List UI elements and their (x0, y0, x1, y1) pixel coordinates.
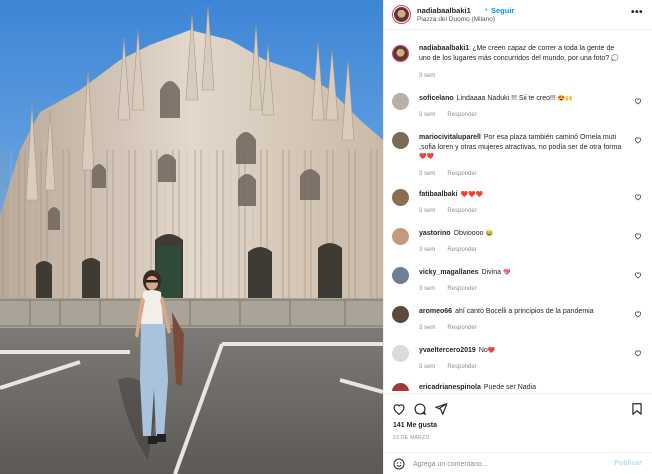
comment-emoji: ❤️❤️❤️ (460, 192, 483, 198)
location-link[interactable]: Piazza del Duomo (Milano) (417, 16, 495, 23)
comment-emoji: 💖 (502, 270, 511, 276)
comment-emoji: ❤️❤️ (419, 154, 434, 160)
reply-button[interactable]: Responder (447, 325, 476, 331)
comment-time: 3 sem (419, 171, 436, 177)
comment-avatar[interactable] (392, 383, 409, 391)
share-icon[interactable] (434, 402, 448, 416)
comment-meta: 3 sem Responder (419, 208, 477, 214)
comment-username[interactable]: vicky_magallanes (419, 269, 479, 276)
author-username[interactable]: nadiabaalbaki1 (417, 6, 471, 15)
comment-input[interactable] (413, 457, 603, 471)
like-comment-heart-icon[interactable] (634, 97, 642, 105)
like-comment-heart-icon[interactable] (634, 349, 642, 357)
like-comment-heart-icon[interactable] (634, 136, 642, 144)
comment-text: yvaeltercero2019 No❤️ (419, 346, 627, 356)
caption-avatar[interactable] (392, 45, 409, 62)
post-actions: 141 Me gusta 23 DE MARZO (384, 393, 652, 443)
comment-avatar[interactable] (392, 189, 409, 206)
comment-body: Lindaaaa Naduki !!! Sii te creo!!! (456, 95, 556, 102)
comment-icon[interactable] (413, 402, 427, 416)
comment-avatar[interactable] (392, 228, 409, 245)
comment-time: 3 sem (419, 112, 436, 118)
comment-text: ericadrianespinola Puede ser Nadia (419, 383, 627, 391)
comment-meta: 3 sem Responder (419, 247, 477, 253)
comment-body: Puede ser Nadia (483, 384, 537, 391)
reply-button[interactable]: Responder (447, 247, 476, 253)
comments-list[interactable]: nadiabaalbaki1 ¿Me creen capaz de correr … (384, 31, 652, 391)
heart-icon[interactable] (392, 402, 406, 416)
comment-meta: 3 sem Responder (419, 112, 477, 118)
reply-button[interactable]: Responder (447, 208, 476, 214)
post-side-pane: nadiabaalbaki1 • Seguir Piazza del Duomo… (383, 0, 652, 474)
comment-avatar[interactable] (392, 132, 409, 149)
like-comment-heart-icon[interactable] (634, 271, 642, 279)
comment-avatar[interactable] (392, 345, 409, 362)
comment-time: 3 sem (419, 247, 436, 253)
like-comment-heart-icon[interactable] (634, 310, 642, 318)
caption-time: 3 sem (419, 73, 436, 79)
follow-button[interactable]: Seguir (491, 6, 514, 15)
comment-text: aromeo66 ahí cantó Bocelli a principios d… (419, 307, 627, 317)
reply-button[interactable]: Responder (447, 171, 476, 177)
reply-button[interactable]: Responder (447, 364, 476, 370)
comment-emoji: 😂 (485, 231, 493, 237)
thought-balloon-icon: 💭 (611, 55, 619, 62)
post-date: 23 DE MARZO (393, 435, 430, 441)
post-photo[interactable] (0, 0, 383, 474)
bookmark-icon[interactable] (630, 402, 644, 416)
likes-count[interactable]: 141 Me gusta (393, 422, 437, 429)
reply-button[interactable]: Responder (447, 112, 476, 118)
comment-body: Divina (481, 269, 501, 276)
reply-button[interactable]: Responder (447, 286, 476, 292)
comment-avatar[interactable] (392, 267, 409, 284)
like-comment-heart-icon[interactable] (634, 232, 642, 240)
more-icon[interactable]: ••• (631, 7, 643, 18)
caption-text: nadiabaalbaki1 ¿Me creen capaz de correr … (419, 44, 627, 63)
comment-text: vicky_magallanes Divina 💖 (419, 268, 627, 278)
comment-time: 3 sem (419, 364, 436, 370)
comment-username[interactable]: mariocivitaluparell (419, 134, 481, 141)
like-comment-heart-icon[interactable] (634, 193, 642, 201)
caption-username[interactable]: nadiabaalbaki1 (419, 45, 469, 52)
header-separator: • (485, 5, 488, 14)
post-header: nadiabaalbaki1 • Seguir Piazza del Duomo… (384, 0, 652, 30)
comment-username[interactable]: yvaeltercero2019 (419, 347, 476, 354)
comment-emoji: ❤️ (487, 348, 496, 354)
comment-time: 3 sem (419, 286, 436, 292)
comment-username[interactable]: fatibaalbaki (419, 191, 458, 198)
emoji-icon[interactable] (393, 458, 405, 470)
comment-username[interactable]: aromeo66 (419, 308, 452, 315)
comment-meta: 3 sem Responder (419, 364, 477, 370)
publish-button[interactable]: Publicar (614, 460, 642, 467)
duomo-photo (0, 0, 383, 474)
comment-username[interactable]: yastorino (419, 230, 451, 237)
add-comment-bar: Publicar (384, 452, 652, 474)
author-avatar[interactable] (392, 5, 411, 24)
comment-avatar[interactable] (392, 93, 409, 110)
comment-body: ahí cantó Bocelli a principios de la pan… (455, 308, 594, 315)
comment-avatar[interactable] (392, 306, 409, 323)
comment-username[interactable]: ericadrianespinola (419, 384, 481, 391)
comment-text: fatibaalbaki ❤️❤️❤️ (419, 190, 627, 200)
comment-text: yastorino Obvioooo 😂 (419, 229, 627, 239)
comment-username[interactable]: soficelano (419, 95, 454, 102)
comment-text: mariocivitaluparell Por esa plaza también… (419, 133, 627, 162)
comment-meta: 3 sem Responder (419, 286, 477, 292)
comment-body: Obvioooo (453, 230, 484, 237)
comment-meta: 3 sem Responder (419, 171, 477, 177)
comment-time: 3 sem (419, 325, 436, 331)
comment-emoji: 😍🙌 (557, 96, 573, 102)
comment-meta: 3 sem Responder (419, 325, 477, 331)
comment-text: soficelano Lindaaaa Naduki !!! Sii te cre… (419, 94, 627, 104)
comment-time: 3 sem (419, 208, 436, 214)
comment-body: No (478, 347, 488, 354)
